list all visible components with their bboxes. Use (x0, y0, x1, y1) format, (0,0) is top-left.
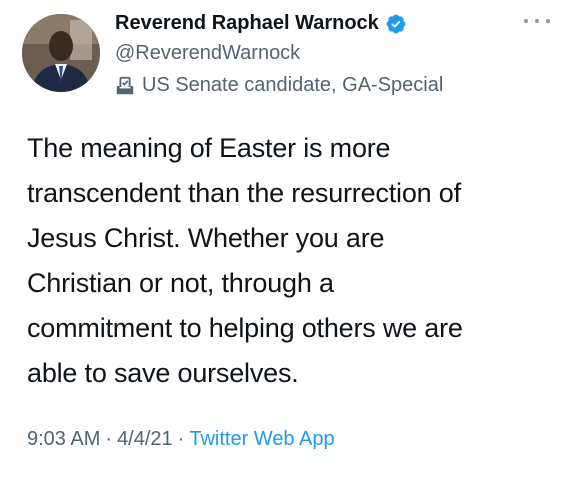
more-options-icon[interactable] (524, 14, 550, 28)
meta-separator: · (105, 428, 113, 450)
tweet-date[interactable]: 4/4/21 (117, 428, 173, 451)
avatar[interactable] (22, 14, 100, 92)
tweet-time[interactable]: 9:03 AM (27, 428, 100, 451)
tweet-source-link[interactable]: Twitter Web App (189, 428, 334, 451)
person-avatar-icon (22, 14, 100, 92)
author-name-row: Reverend Raphael Warnock (115, 12, 407, 35)
verified-badge-icon (385, 13, 407, 35)
tweet-text: The meaning of Easter is more transcende… (27, 133, 463, 388)
meta-separator: · (177, 428, 185, 450)
display-name[interactable]: Reverend Raphael Warnock (115, 12, 379, 35)
account-label[interactable]: US Senate candidate, GA-Special (114, 74, 443, 97)
tweet-card: Reverend Raphael Warnock @ReverendWarnoc… (0, 0, 576, 482)
tweet-meta: 9:03 AM · 4/4/21 · Twitter Web App (27, 428, 335, 451)
author-handle[interactable]: @ReverendWarnock (115, 42, 300, 65)
account-label-text: US Senate candidate, GA-Special (142, 74, 444, 96)
ballot-box-icon (114, 75, 136, 97)
